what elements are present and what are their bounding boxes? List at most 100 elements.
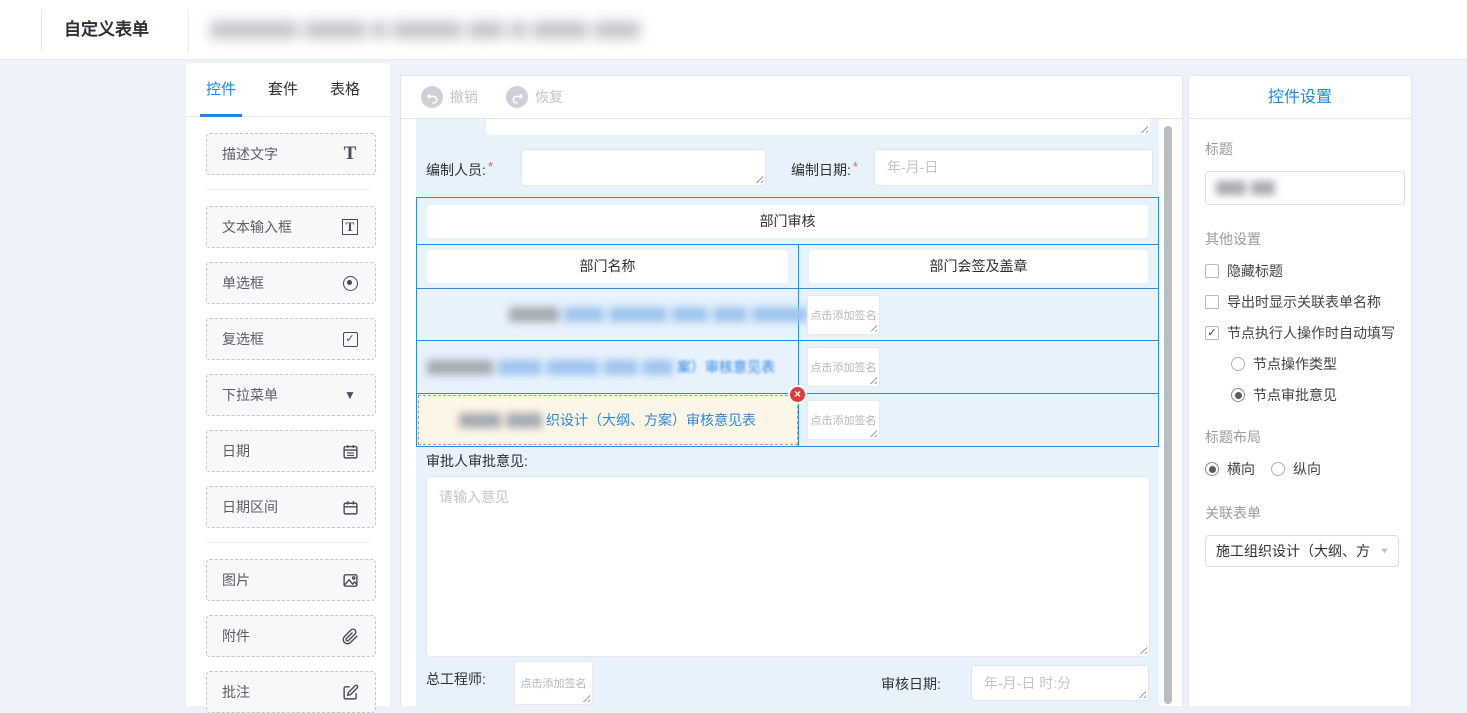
redo-button[interactable]: 恢复 [506,86,563,108]
other-settings-label: 其他设置 [1205,229,1395,249]
redacted-text [427,360,673,375]
department-review-table: 部门审核 部门名称 部门会签及盖章 点击添加签名 [416,197,1159,447]
list-divider [206,542,370,543]
redacted-text [509,307,808,322]
control-item-description-text[interactable]: 描述文字 T [206,133,376,175]
layout-label: 标题布局 [1205,427,1395,447]
control-item-attachment[interactable]: 附件 [206,615,376,657]
checkbox-show-linked-name[interactable]: 导出时显示关联表单名称 [1205,292,1395,312]
checkbox-hide-title[interactable]: 隐藏标题 [1205,261,1395,281]
tab-controls[interactable]: 控件 [206,63,236,117]
chief-row: 总工程师: 点击添加签名 审核日期: 年-月-日 时:分 [416,659,1159,707]
linked-form-label: 关联表单 [1205,503,1395,523]
control-item-dropdown[interactable]: 下拉菜单 ▼ [206,374,376,416]
control-item-checkbox[interactable]: 复选框 ✓ [206,318,376,360]
review-date-input[interactable]: 年-月-日 时:分 [971,665,1149,701]
checkbox-icon [1205,295,1219,309]
table-title-row: 部门审核 [417,198,1158,244]
table-header-row: 部门名称 部门会签及盖章 [417,244,1158,288]
checkbox-icon [1205,264,1219,278]
radio-node-approval-opinion[interactable]: 节点审批意见 [1205,385,1395,405]
radio-horizontal[interactable]: 横向 [1205,459,1255,479]
signature-button[interactable]: 点击添加签名 [807,400,880,440]
redacted-form-title [210,18,640,42]
top-bar: 自定义表单 [0,0,1467,60]
required-asterisk: * [853,159,858,174]
app-title: 自定义表单 [64,0,149,60]
selected-linked-form-cell[interactable]: 织设计（大纲、方案）审核意见表 × [417,394,799,446]
title-field-label: 标题 [1205,139,1395,159]
signature-button[interactable]: 点击添加签名 [807,347,880,387]
linked-form-cell[interactable] [417,289,799,340]
checkbox-checked-icon: ✓ [1205,326,1219,340]
control-item-image[interactable]: 图片 [206,559,376,601]
radio-node-operation-type[interactable]: 节点操作类型 [1205,354,1395,374]
linked-form-cell[interactable]: 案）审核意见表 [417,341,799,393]
signature-button[interactable]: 点击添加签名 [514,661,593,705]
calendar-range-icon [340,497,360,517]
checkbox-icon: ✓ [340,329,360,349]
topbar-divider [188,10,189,51]
title-input[interactable] [1205,171,1405,205]
chief-label: 总工程师: [426,669,486,689]
review-date-label: 审核日期: [881,674,941,694]
image-icon [340,570,360,590]
undo-icon [421,86,443,108]
input-box-icon: T [340,217,360,237]
table-row-selected: 织设计（大纲、方案）审核意见表 × 点击添加签名 [417,393,1158,446]
topbar-divider [41,10,42,51]
control-item-date[interactable]: 日期 [206,430,376,472]
opinion-textarea[interactable]: 请输入意见 [426,476,1150,657]
paperclip-icon [340,626,360,646]
redacted-text [1216,181,1275,195]
redo-icon [506,86,528,108]
radio-icon [1271,462,1285,476]
tab-tables[interactable]: 表格 [330,63,360,117]
compiler-input[interactable] [521,149,766,186]
linked-form-select[interactable]: 施工组织设计（大纲、方 ▼ [1205,535,1399,567]
chevron-down-icon: ▼ [1379,546,1390,556]
radio-selected-icon [1205,462,1219,476]
control-item-date-range[interactable]: 日期区间 [206,486,376,528]
opinion-label: 审批人审批意见: [426,451,528,471]
table-row: 案）审核意见表 点击添加签名 [417,340,1158,393]
calendar-icon [340,441,360,461]
radio-vertical[interactable]: 纵向 [1271,459,1321,479]
compiler-label: 编制人员:* [426,159,495,180]
canvas-scrollbar[interactable] [1164,126,1172,704]
compiler-row: 编制人员:* 编制日期:* 年-月-日 [416,147,1159,191]
signature-button[interactable]: 点击添加签名 [807,295,880,335]
col-dept-name[interactable]: 部门名称 [427,250,788,283]
list-divider [206,189,370,190]
radio-icon [1231,357,1245,371]
table-title[interactable]: 部门审核 [427,205,1148,238]
checkbox-autofill[interactable]: ✓ 节点执行人操作时自动填写 [1205,323,1395,343]
delete-icon[interactable]: × [788,385,807,404]
control-list: 描述文字 T 文本输入框 T 单选框 复选框 ✓ 下拉菜单 ▼ 日期 [186,117,390,713]
redacted-text [459,413,542,428]
widget-sidebar: 控件 套件 表格 描述文字 T 文本输入框 T 单选框 复选框 ✓ 下拉菜单 ▼… [186,63,390,706]
undo-button[interactable]: 撤销 [421,86,478,108]
control-item-annotation[interactable]: 批注 [206,671,376,713]
table-row: 点击添加签名 [417,288,1158,340]
text-icon: T [340,144,360,164]
tab-kits[interactable]: 套件 [268,63,298,117]
canvas-toolbar: 撤销 恢复 [401,76,1182,119]
panel-title: 控件设置 [1189,76,1411,119]
linked-form-link[interactable]: 织设计（大纲、方案）审核意见表 [546,410,756,430]
control-item-radio[interactable]: 单选框 [206,262,376,304]
form-canvas: 撤销 恢复 编制人员:* 编制日期:* 年-月-日 部门审核 [400,75,1183,706]
sidebar-tabs: 控件 套件 表格 [186,63,390,117]
col-dept-sign[interactable]: 部门会签及盖章 [809,250,1148,283]
control-item-text-input[interactable]: 文本输入框 T [206,206,376,248]
scrolled-textarea-bottom[interactable] [486,119,1150,135]
edit-pen-icon [340,682,360,702]
radio-selected-icon [1231,388,1245,402]
radio-icon [340,273,360,293]
compile-date-label: 编制日期:* [791,159,860,180]
compile-date-input[interactable]: 年-月-日 [874,149,1153,186]
required-asterisk: * [488,159,493,174]
form-preview: 编制人员:* 编制日期:* 年-月-日 部门审核 部门名称 部门会签及盖章 [416,119,1159,706]
settings-panel: 控件设置 标题 其他设置 隐藏标题 导出时显示关联表单名称 ✓ 节点执行人操作时… [1188,75,1412,706]
dropdown-icon: ▼ [340,385,360,405]
